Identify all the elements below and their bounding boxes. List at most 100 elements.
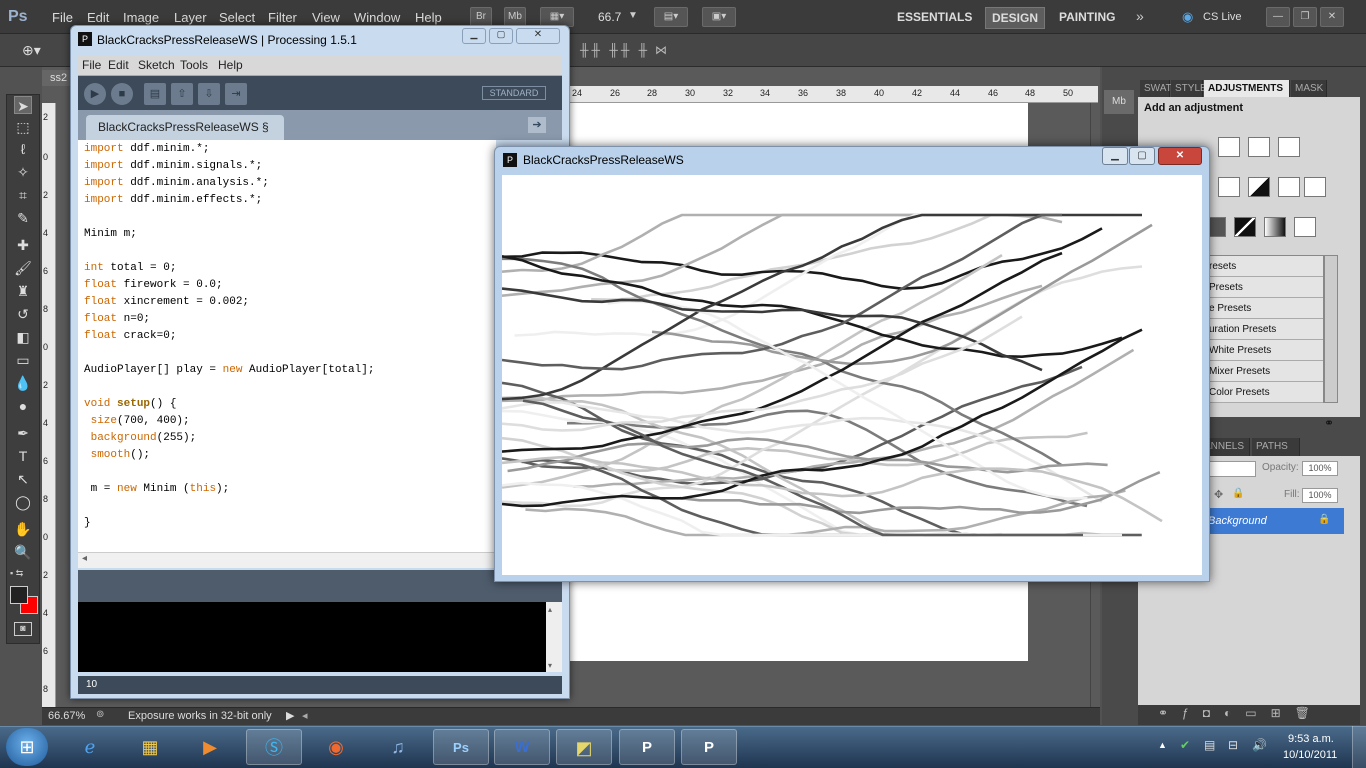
zoom-level[interactable]: 66.7 <box>598 10 621 24</box>
taskbar-processing-icon-2[interactable]: P <box>681 729 737 765</box>
eraser-icon[interactable]: ◧ <box>14 328 32 346</box>
magic-wand-icon[interactable]: ✧ <box>14 163 32 181</box>
export-button[interactable]: ⇥ <box>225 83 247 105</box>
channel-mixer-icon[interactable] <box>1304 177 1326 197</box>
history-brush-icon[interactable]: ↺ <box>14 305 32 323</box>
workspace-essentials[interactable]: ESSENTIALS <box>897 10 972 24</box>
marquee-tool-icon[interactable]: ⬚ <box>14 118 32 136</box>
ps-menu-select[interactable]: Select <box>219 10 255 25</box>
fill-input[interactable]: 100% <box>1302 488 1338 503</box>
lock-position-icon[interactable]: ✥ <box>1214 488 1223 501</box>
taskbar-firefox-icon[interactable]: ◉ <box>308 729 364 765</box>
stop-button[interactable]: ■ <box>111 83 133 105</box>
preset-item[interactable]: e Presets <box>1201 298 1323 319</box>
clock-date[interactable]: 10/10/2011 <box>1283 749 1337 761</box>
hscroll-left-icon[interactable]: ◂ <box>302 709 308 722</box>
tray-expand-icon[interactable]: ▲ <box>1158 740 1167 750</box>
zoom-dropdown-icon[interactable]: ▼ <box>628 10 638 21</box>
status-zoom[interactable]: 66.67% <box>48 710 85 722</box>
ide-close-button[interactable]: ✕ <box>516 28 560 44</box>
path-select-icon[interactable]: ↖ <box>14 470 32 488</box>
taskbar-ie-icon[interactable]: ℯ <box>62 729 118 765</box>
ide-menu-sketch[interactable]: Sketch <box>138 58 175 72</box>
align-buttons-icon[interactable]: ╫╫ ╫╫ ╫ <box>580 43 650 57</box>
console-scroll-down-icon[interactable]: ▾ <box>548 661 552 670</box>
open-button[interactable]: ⇧ <box>171 83 193 105</box>
console-scroll-up-icon[interactable]: ▴ <box>548 605 552 614</box>
cslive-menu[interactable]: CS Live <box>1203 11 1242 23</box>
ps-menu-layer[interactable]: Layer <box>174 10 207 25</box>
tab-styles[interactable]: STYLE <box>1171 80 1207 98</box>
lasso-tool-icon[interactable]: ℓ <box>14 140 32 158</box>
ps-menu-edit[interactable]: Edit <box>87 10 109 25</box>
hand-tool-icon[interactable]: ✋ <box>14 520 32 538</box>
ps-menu-help[interactable]: Help <box>415 10 442 25</box>
run-button[interactable]: ▶ <box>84 83 106 105</box>
lock-all-icon[interactable]: 🔒 <box>1232 488 1244 499</box>
sketch-tab[interactable]: BlackCracksPressReleaseWS § <box>86 115 284 140</box>
taskbar-word-icon[interactable]: W <box>494 729 550 765</box>
workspace-design[interactable]: DESIGN <box>985 7 1046 29</box>
move-tool-preset-icon[interactable]: ⊕▾ <box>22 42 41 59</box>
tray-volume-icon[interactable]: 🔊 <box>1252 738 1267 752</box>
black-white-icon[interactable] <box>1248 177 1270 197</box>
view-extras-button[interactable]: ▦▾ <box>540 7 574 27</box>
status-info-icon[interactable]: ⊚ <box>96 709 104 720</box>
mini-bridge-button[interactable]: Mb <box>504 7 526 27</box>
taskbar-itunes-icon[interactable]: ♫ <box>370 729 426 765</box>
mini-bridge-panel-icon[interactable]: Mb <box>1104 90 1134 114</box>
blur-tool-icon[interactable]: 💧 <box>14 374 32 392</box>
presets-scrollbar[interactable] <box>1324 255 1338 403</box>
mode-selector[interactable]: STANDARD <box>482 86 546 100</box>
ps-minimize-button[interactable]: — <box>1266 7 1290 27</box>
clock-time[interactable]: 9:53 a.m. <box>1288 733 1334 745</box>
screen-mode-button[interactable]: ▣▾ <box>702 7 736 27</box>
save-button[interactable]: ⇩ <box>198 83 220 105</box>
opacity-input[interactable]: 100% <box>1302 461 1338 476</box>
dodge-tool-icon[interactable]: ● <box>14 397 32 415</box>
preset-item[interactable]: uration Presets <box>1201 319 1323 340</box>
start-button[interactable]: ⊞ <box>6 728 48 766</box>
workspace-painting[interactable]: PAINTING <box>1059 10 1115 24</box>
ellipse-tool-icon[interactable]: ◯ <box>14 493 32 511</box>
eyedropper-icon[interactable]: ✎ <box>14 209 32 227</box>
tray-security-icon[interactable]: ✔ <box>1180 738 1190 752</box>
taskbar-processing-icon[interactable]: P <box>619 729 675 765</box>
swap-colors-icon[interactable]: ▪ ⇆ <box>10 568 23 579</box>
ps-menu-image[interactable]: Image <box>123 10 159 25</box>
ps-restore-button[interactable]: ❐ <box>1293 7 1317 27</box>
tray-network-icon[interactable]: ⊟ <box>1228 738 1238 752</box>
tab-menu-arrow-icon[interactable]: ➔ <box>528 117 546 133</box>
ide-menu-help[interactable]: Help <box>218 58 243 72</box>
tab-masks[interactable]: MASK <box>1291 80 1327 98</box>
photo-filter-icon[interactable] <box>1278 177 1300 197</box>
bridge-button[interactable]: Br <box>470 7 492 27</box>
auto-align-icon[interactable]: ⋈ <box>655 43 667 57</box>
sketch-maximize-button[interactable]: ▢ <box>1129 147 1155 165</box>
taskbar-skype-icon[interactable]: Ⓢ <box>246 729 302 765</box>
selective-color-icon[interactable] <box>1294 217 1316 237</box>
more-workspaces-icon[interactable]: » <box>1136 8 1144 24</box>
gradient-icon[interactable]: ▭ <box>14 351 32 369</box>
new-button[interactable]: ▤ <box>144 83 166 105</box>
ide-menu-edit[interactable]: Edit <box>108 58 129 72</box>
ps-close-button[interactable]: ✕ <box>1320 7 1344 27</box>
sketch-minimize-button[interactable]: ▁ <box>1102 147 1128 165</box>
status-menu-arrow-icon[interactable]: ▶ <box>286 709 294 722</box>
taskbar-photoshop-icon[interactable]: Ps <box>433 729 489 765</box>
move-tool-icon[interactable]: ➤ <box>14 96 32 114</box>
ps-menu-window[interactable]: Window <box>354 10 400 25</box>
preset-item[interactable]: Presets <box>1201 277 1323 298</box>
posterize-icon[interactable] <box>1234 217 1256 237</box>
tab-paths[interactable]: PATHS <box>1252 438 1300 456</box>
curves-icon[interactable] <box>1248 137 1270 157</box>
arrange-documents-button[interactable]: ▤▾ <box>654 7 688 27</box>
quick-mask-icon[interactable]: ◙ <box>14 622 32 636</box>
adjustment-options-icon[interactable]: ⚭ <box>1324 416 1334 430</box>
exposure-icon[interactable] <box>1278 137 1300 157</box>
taskbar-media-player-icon[interactable]: ▶ <box>182 729 238 765</box>
brush-tool-icon[interactable]: 🖌 <box>14 259 32 277</box>
preset-item[interactable]: Color Presets <box>1201 382 1323 403</box>
gradient-map-icon[interactable] <box>1264 217 1286 237</box>
ide-menu-file[interactable]: File <box>82 58 101 72</box>
